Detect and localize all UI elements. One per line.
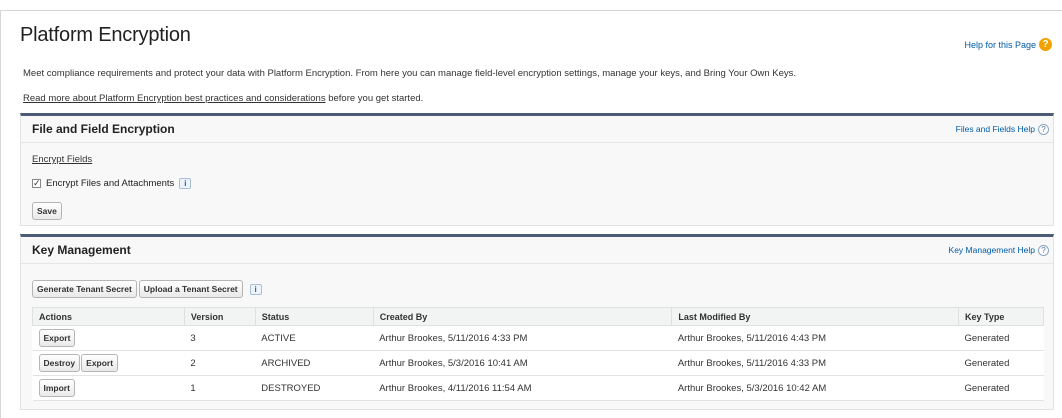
export-button[interactable]: Export [81, 354, 119, 372]
intro-text: Meet compliance requirements and protect… [23, 68, 797, 79]
import-button[interactable]: Import [38, 379, 75, 397]
version-cell: 2 [184, 350, 256, 376]
status-cell: ARCHIVED [255, 350, 374, 376]
encrypt-files-checkbox[interactable]: ✓ [32, 179, 41, 188]
help-for-page-label[interactable]: Help for this Page [964, 40, 1036, 50]
column-header-version: Version [183, 307, 256, 326]
actions-cell: Destroy Export [32, 350, 185, 376]
encrypt-files-row: ✓ Encrypt Files and Attachments i [32, 178, 192, 189]
key-management-section: Key Management Key Management Help ? Gen… [20, 234, 1054, 410]
version-cell: 3 [184, 325, 256, 351]
key-management-section-header: Key Management Key Management Help ? [21, 237, 1053, 264]
files-fields-help-label[interactable]: Files and Fields Help [956, 124, 1035, 134]
table-row: Destroy Export 2 ARCHIVED Arthur Brookes,… [32, 350, 1044, 376]
files-fields-help-link[interactable]: Files and Fields Help ? [956, 123, 1049, 135]
key-type-cell: Generated [958, 350, 1044, 376]
page-header: Platform Encryption [20, 24, 1062, 47]
encrypt-fields-link[interactable]: Encrypt Fields [32, 154, 92, 165]
key-type-cell: Generated [958, 375, 1044, 401]
column-header-last-modified-by: Last Modified By [671, 307, 959, 326]
key-management-toolbar: Generate Tenant Secret Upload a Tenant S… [32, 280, 262, 298]
upload-tenant-secret-button[interactable]: Upload a Tenant Secret [138, 280, 243, 298]
generate-tenant-secret-button[interactable]: Generate Tenant Secret [32, 280, 137, 298]
column-header-key-type: Key Type [957, 307, 1045, 326]
help-circle-icon[interactable]: ? [1038, 244, 1049, 256]
file-field-encryption-section: File and Field Encryption Files and Fiel… [20, 113, 1054, 226]
status-cell: DESTROYED [255, 375, 374, 401]
save-button[interactable]: Save [32, 202, 62, 220]
destroy-button[interactable]: Destroy [38, 354, 81, 372]
actions-cell: Import [32, 375, 185, 401]
readmore-line: Read more about Platform Encryption best… [23, 93, 423, 104]
section-title: File and Field Encryption [32, 122, 175, 136]
key-management-help-label[interactable]: Key Management Help [949, 245, 1035, 255]
table-row: Export 3 ACTIVE Arthur Brookes, 5/11/201… [32, 325, 1044, 351]
question-circle-icon[interactable]: ? [1039, 38, 1052, 51]
file-field-section-header: File and Field Encryption Files and Fiel… [21, 116, 1053, 143]
help-circle-icon[interactable]: ? [1038, 123, 1049, 135]
column-header-created-by: Created By [372, 307, 673, 326]
readmore-suffix: before you get started. [325, 93, 424, 104]
key-management-help-link[interactable]: Key Management Help ? [949, 244, 1049, 256]
created-by-cell: Arthur Brookes, 5/3/2016 10:41 AM [373, 350, 672, 376]
created-by-cell: Arthur Brookes, 4/11/2016 11:54 AM [373, 375, 672, 401]
key-type-cell: Generated [958, 325, 1044, 351]
modified-by-cell: Arthur Brookes, 5/3/2016 10:42 AM [671, 375, 959, 401]
encrypt-files-label: Encrypt Files and Attachments [46, 178, 175, 189]
modified-by-cell: Arthur Brookes, 5/11/2016 4:33 PM [671, 350, 959, 376]
modified-by-cell: Arthur Brookes, 5/11/2016 4:43 PM [671, 325, 959, 351]
page-title: Platform Encryption [20, 24, 191, 46]
version-cell: 1 [184, 375, 256, 401]
readmore-link[interactable]: Read more about Platform Encryption best… [23, 93, 326, 104]
table-row: Import 1 DESTROYED Arthur Brookes, 4/11/… [32, 375, 1044, 401]
section-title: Key Management [32, 243, 131, 257]
info-icon[interactable]: i [249, 283, 262, 295]
table-header-row: Actions Version Status Created By Last M… [32, 307, 1045, 326]
created-by-cell: Arthur Brookes, 5/11/2016 4:33 PM [373, 325, 672, 351]
info-icon[interactable]: i [179, 178, 192, 189]
column-header-actions: Actions [32, 307, 185, 326]
status-cell: ACTIVE [255, 325, 374, 351]
key-table: Actions Version Status Created By Last M… [32, 307, 1045, 401]
column-header-status: Status [254, 307, 374, 326]
actions-cell: Export [32, 325, 185, 351]
help-for-page-link[interactable]: Help for this Page ? [964, 38, 1052, 51]
export-button[interactable]: Export [38, 329, 76, 347]
